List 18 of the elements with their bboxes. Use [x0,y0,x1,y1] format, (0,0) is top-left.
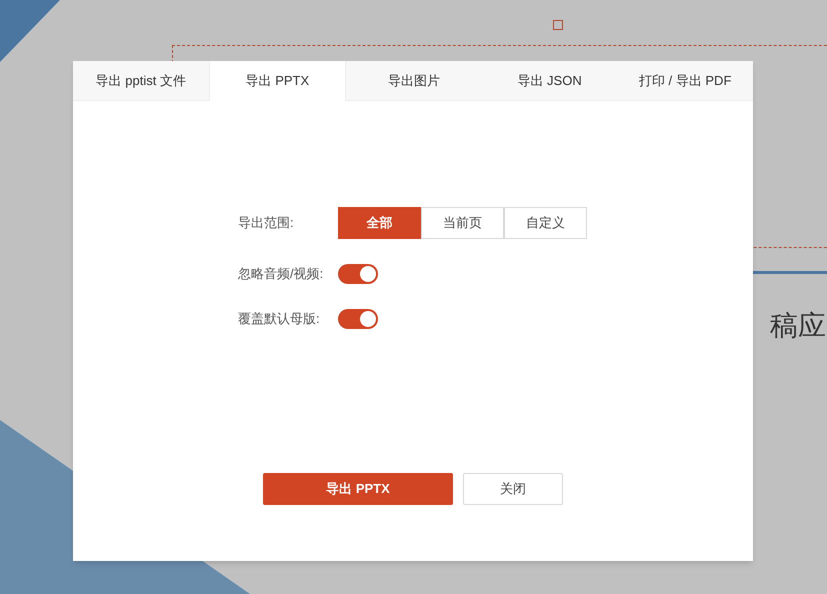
switch-label: 覆盖默认母版: [238,310,321,328]
export-button[interactable]: 导出 PPTX [263,473,453,505]
switch-label: 忽略音频/视频: [238,265,324,284]
corner-triangle-drawing [0,0,60,62]
export-tab[interactable]: 导出图片 [346,61,482,101]
close-button[interactable]: 关闭 [463,473,563,505]
export-tab[interactable]: 导出 JSON [482,61,618,101]
range-option[interactable]: 当前页 [421,207,504,239]
slide-text: 稿应 [770,312,826,340]
range-option[interactable]: 全部 [338,207,421,239]
export-tab[interactable]: 导出 pptist 文件 [73,61,209,101]
range-option[interactable]: 自定义 [504,207,587,239]
export-tab[interactable]: 打印 / 导出 PDF [617,61,753,101]
toggle-switch[interactable] [338,309,378,329]
export-tab[interactable]: 导出 PPTX [208,61,346,101]
toggle-switch[interactable] [338,264,378,284]
resize-handle[interactable] [553,20,563,30]
range-label: 导出范围: [238,214,295,232]
